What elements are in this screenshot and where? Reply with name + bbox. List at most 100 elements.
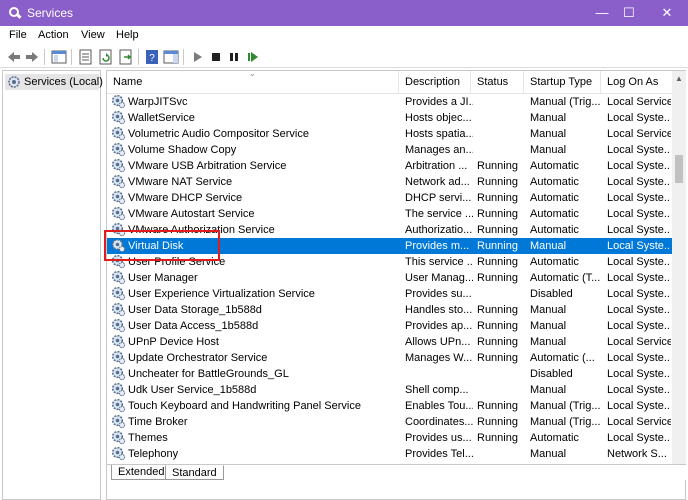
table-row[interactable]: Time Broker Coordinates... Running Manual (… — [107, 414, 672, 430]
service-startup-type-cell: Manual — [530, 336, 567, 348]
table-row[interactable]: Themes Provides us... Running Automatic Loca… — [107, 430, 672, 446]
table-row[interactable]: Telephony Provides Tel... Manual Network S.… — [107, 446, 672, 462]
table-row[interactable]: VMware USB Arbitration Service Arbitratio… — [107, 158, 672, 174]
table-row[interactable]: Volumetric Audio Compositor Service Hosts… — [107, 126, 672, 142]
menu-bar: File Action View Help — [0, 26, 688, 45]
service-startup-type-cell: Disabled — [530, 368, 573, 380]
service-name-cell: Volumetric Audio Compositor Service — [128, 128, 309, 140]
menu-action[interactable]: Action — [38, 29, 69, 41]
table-row[interactable]: User Data Storage_1b588d Handles sto... Ru… — [107, 302, 672, 318]
tree-node-services-local[interactable]: Services (Local) — [5, 74, 103, 90]
table-row[interactable]: VMware Autostart Service The service ... R… — [107, 206, 672, 222]
service-description-cell: Enables Tou... — [405, 400, 473, 412]
service-log-on-as-cell: Local Syste... — [607, 400, 671, 412]
tab-standard[interactable]: Standard — [165, 465, 224, 480]
title-bar: Services — ☐ ✕ — [0, 0, 688, 26]
service-description-cell: Handles sto... — [405, 304, 473, 316]
service-description-cell: This service ... — [405, 256, 473, 268]
service-log-on-as-cell: Local Service — [607, 416, 671, 428]
service-status-cell: Running — [477, 176, 518, 188]
service-log-on-as-cell: Local Syste... — [607, 288, 671, 300]
service-log-on-as-cell: Local Syste... — [607, 192, 671, 204]
refresh-icon[interactable] — [98, 49, 114, 65]
menu-view[interactable]: View — [81, 29, 105, 41]
forward-arrow-icon[interactable] — [24, 49, 40, 65]
service-startup-type-cell: Manual — [530, 304, 567, 316]
service-description-cell: Provides Tel... — [405, 448, 473, 460]
service-startup-type-cell: Automatic — [530, 176, 579, 188]
service-log-on-as-cell: Local Service — [607, 96, 671, 108]
table-row[interactable]: User Manager User Manag... Running Automati… — [107, 270, 672, 286]
services-gear-icon — [9, 7, 22, 19]
start-service-icon[interactable] — [190, 49, 206, 65]
service-description-cell: Network ad... — [405, 176, 470, 188]
service-log-on-as-cell: Local Service — [607, 336, 671, 348]
vertical-scrollbar[interactable]: ▲ — [672, 71, 686, 466]
table-row[interactable]: VMware DHCP Service DHCP servi... Running A… — [107, 190, 672, 206]
service-log-on-as-cell: Network S... — [607, 448, 667, 460]
table-row[interactable]: UPnP Device Host Allows UPn... Running Manu… — [107, 334, 672, 350]
service-name-cell: User Experience Virtualization Service — [128, 288, 315, 300]
service-log-on-as-cell: Local Syste... — [607, 352, 671, 364]
service-startup-type-cell: Manual — [530, 128, 567, 140]
table-row[interactable]: WarpJITSvc Provides a JI... Manual (Trig..… — [107, 94, 672, 110]
scrollbar-thumb[interactable] — [675, 155, 683, 183]
service-status-cell: Running — [477, 272, 518, 284]
console-tree-icon[interactable] — [51, 49, 67, 65]
service-status-cell: Running — [477, 256, 518, 268]
table-row[interactable]: Udk User Service_1b588d Shell comp... Manu… — [107, 382, 672, 398]
pause-service-icon[interactable] — [226, 49, 242, 65]
service-status-cell: Running — [477, 416, 518, 428]
service-description-cell: The service ... — [405, 208, 473, 220]
table-row[interactable]: Touch Keyboard and Handwriting Panel Ser… — [107, 398, 672, 414]
table-row[interactable]: WalletService Hosts objec... Manual Local S… — [107, 110, 672, 126]
table-row[interactable]: User Experience Virtualization Service Pr… — [107, 286, 672, 302]
service-log-on-as-cell: Local Service — [607, 128, 671, 140]
service-status-cell: Running — [477, 352, 518, 364]
service-log-on-as-cell: Local Syste... — [607, 112, 671, 124]
table-row[interactable]: Uncheater for BattleGrounds_GL Disabled Lo… — [107, 366, 672, 382]
table-row[interactable]: Update Orchestrator Service Manages W... R… — [107, 350, 672, 366]
service-log-on-as-cell: Local Syste... — [607, 160, 671, 172]
close-button[interactable]: ✕ — [650, 0, 684, 26]
service-log-on-as-cell: Local Syste... — [607, 432, 671, 444]
column-description-label: Description — [405, 76, 461, 88]
service-startup-type-cell: Manual (Trig... — [530, 416, 601, 428]
service-name-cell: WarpJITSvc — [128, 96, 188, 108]
service-status-cell: Running — [477, 240, 518, 252]
restart-service-icon[interactable] — [245, 49, 261, 65]
service-name-cell: VMware USB Arbitration Service — [128, 160, 287, 172]
back-arrow-icon[interactable] — [6, 49, 22, 65]
service-startup-type-cell: Automatic — [530, 432, 579, 444]
column-header-log-on-as[interactable]: Log On As — [601, 71, 672, 94]
service-name-cell: VMware NAT Service — [128, 176, 233, 188]
service-startup-type-cell: Manual — [530, 384, 567, 396]
service-description-cell: Provides m... — [405, 240, 470, 252]
service-description-cell: Allows UPn... — [405, 336, 471, 348]
table-row[interactable]: Volume Shadow Copy Manages an... Manual Loc… — [107, 142, 672, 158]
show-hide-action-pane-icon[interactable] — [163, 49, 179, 65]
menu-file[interactable]: File — [9, 29, 27, 41]
column-header-startup-type[interactable]: Startup Type — [524, 71, 601, 94]
column-header-status[interactable]: Status — [471, 71, 524, 94]
service-startup-type-cell: Automatic (... — [530, 352, 595, 364]
help-icon[interactable]: ? — [144, 49, 160, 65]
service-name-cell: Themes — [128, 432, 168, 444]
toolbar-separator — [183, 49, 184, 65]
properties-sheet-icon[interactable] — [78, 49, 94, 65]
export-list-icon[interactable] — [118, 49, 134, 65]
service-description-cell: Hosts spatia... — [405, 128, 473, 140]
maximize-button[interactable]: ☐ — [612, 0, 646, 26]
tab-extended[interactable]: Extended — [111, 465, 172, 480]
scroll-up-icon[interactable]: ▲ — [675, 74, 683, 83]
service-startup-type-cell: Manual — [530, 144, 567, 156]
column-logon-label: Log On As — [607, 76, 659, 88]
column-header-description[interactable]: Description — [399, 71, 471, 94]
stop-service-icon[interactable] — [208, 49, 224, 65]
service-name-cell: Udk User Service_1b588d — [128, 384, 257, 396]
table-row[interactable]: User Data Access_1b588d Provides ap... Run… — [107, 318, 672, 334]
table-row[interactable]: VMware NAT Service Network ad... Running Au… — [107, 174, 672, 190]
toolbar-separator — [44, 49, 45, 65]
console-tree-pane: Services (Local) — [2, 70, 103, 500]
menu-help[interactable]: Help — [116, 29, 139, 41]
